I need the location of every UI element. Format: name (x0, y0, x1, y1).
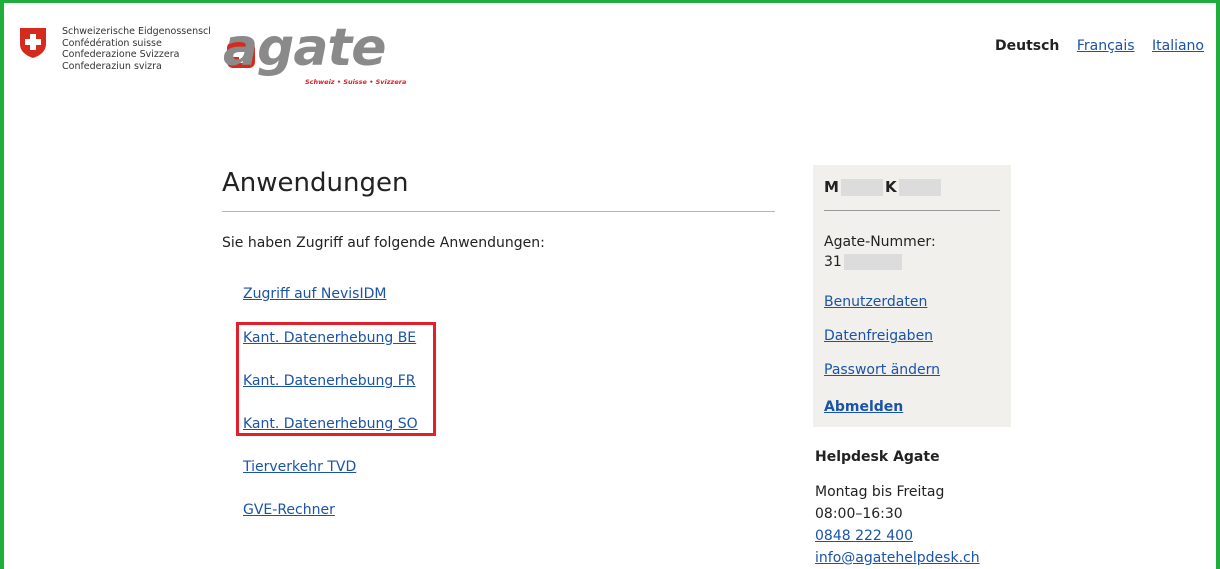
language-switcher: Deutsch Français Italiano (982, 38, 1204, 54)
intro-text: Sie haben Zugriff auf folgende Anwendung… (222, 235, 545, 251)
redacted-first-name (840, 179, 883, 196)
change-password-link[interactable]: Passwort ändern (824, 362, 940, 378)
agate-logo-word: agate (223, 18, 387, 78)
helpdesk-email-link[interactable]: info@agatehelpdesk.ch (815, 550, 980, 566)
page-title: Anwendungen (222, 168, 409, 198)
user-first-initial: M (824, 178, 839, 196)
agate-number-prefix: 31 (824, 254, 842, 270)
agate-number-label: Agate-Nummer: (824, 234, 936, 250)
highlight-annotation-box (236, 322, 436, 436)
user-name: MK (824, 178, 941, 196)
user-last-initial: K (884, 178, 897, 196)
confed-line-de: Schweizerische Eidgenossenschaft (62, 26, 210, 37)
confed-line-it: Confederazione Svizzera (62, 49, 180, 60)
agate-logo-tagline: Schweiz • Suisse • Svizzera (305, 78, 407, 86)
panel-divider (824, 210, 1000, 211)
user-data-link[interactable]: Benutzerdaten (824, 294, 927, 310)
lang-deutsch[interactable]: Deutsch (995, 38, 1059, 54)
user-panel: MK Agate-Nummer: 31 Benutzerdaten Datenf… (813, 165, 1011, 427)
redacted-agate-number (843, 254, 902, 270)
app-link-gve-rechner[interactable]: GVE-Rechner (243, 502, 335, 518)
confed-line-fr: Confédération suisse (62, 37, 162, 49)
helpdesk-hours: 08:00–16:30 (815, 506, 903, 522)
agate-logo[interactable]: agate Schweiz • Suisse • Svizzera (223, 20, 413, 92)
swiss-coat-of-arms-icon (20, 28, 46, 58)
title-divider (222, 211, 775, 212)
helpdesk-phone-link[interactable]: 0848 222 400 (815, 528, 913, 544)
app-link-nevisidm[interactable]: Zugriff auf NevisIDM (243, 286, 386, 302)
lang-italiano[interactable]: Italiano (1152, 38, 1204, 54)
helpdesk-days: Montag bis Freitag (815, 484, 945, 500)
agate-number-value: 31 (824, 254, 902, 270)
logout-link[interactable]: Abmelden (824, 399, 903, 415)
redacted-last-name (898, 179, 941, 196)
data-sharing-link[interactable]: Datenfreigaben (824, 328, 933, 344)
confederation-name: Schweizerische Eidgenossenschaft Confédé… (62, 26, 210, 72)
app-link-tierverkehr-tvd[interactable]: Tierverkehr TVD (243, 459, 356, 475)
lang-francais[interactable]: Français (1077, 38, 1135, 54)
helpdesk-title: Helpdesk Agate (815, 449, 940, 465)
window-frame (0, 0, 1220, 569)
confed-line-rm: Confederaziun svizra (62, 60, 162, 72)
